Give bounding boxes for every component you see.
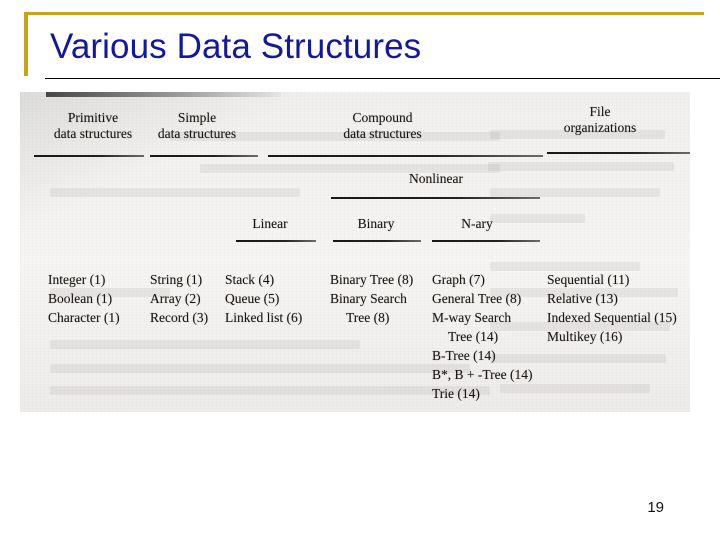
figure-rule-simple bbox=[150, 155, 258, 157]
figure-heading-simple: Simple data structures bbox=[142, 110, 252, 142]
figure-leaf-item: Record (3) bbox=[150, 310, 209, 325]
heading-line-2: organizations bbox=[563, 120, 637, 135]
figure-heading-nonlinear: Nonlinear bbox=[366, 171, 506, 187]
figure-column-primitive-items: Integer (1) Boolean (1) Character (1) bbox=[48, 270, 120, 327]
figure-rule-binary bbox=[333, 240, 421, 242]
figure-leaf-item: Binary Search bbox=[330, 291, 407, 306]
page-title: Various Data Structures bbox=[50, 27, 422, 66]
heading-line-1: Simple bbox=[177, 110, 217, 125]
figure-rule-nonlinear bbox=[331, 197, 540, 199]
heading-line-2: data structures bbox=[53, 126, 133, 141]
figure-leaf-item: Stack (4) bbox=[225, 272, 275, 287]
figure-column-file-organization-items: Sequential (11) Relative (13) Indexed Se… bbox=[547, 270, 677, 346]
figure-leaf-item: Array (2) bbox=[150, 291, 201, 306]
figure-heading-linear: Linear bbox=[225, 216, 315, 232]
ghost-text-line bbox=[488, 162, 674, 171]
figure-leaf-item: Integer (1) bbox=[48, 272, 106, 287]
ghost-text-line bbox=[50, 386, 490, 395]
figure-leaf-item: Relative (13) bbox=[547, 291, 618, 306]
figure-column-binary-items: Binary Tree (8) Binary Search Tree (8) bbox=[330, 270, 413, 327]
figure-leaf-item: M-way Search bbox=[432, 310, 512, 325]
heading-line-1: Primitive bbox=[67, 110, 119, 125]
figure-leaf-item: Multikey (16) bbox=[547, 329, 623, 344]
page-number: 19 bbox=[647, 499, 664, 516]
figure-leaf-item: Queue (5) bbox=[225, 291, 280, 306]
ghost-text-line bbox=[490, 188, 660, 197]
heading-label: Nonlinear bbox=[409, 171, 463, 186]
scanned-figure-image: Primitive data structures Simple data st… bbox=[20, 92, 690, 412]
title-accent-left-bar bbox=[24, 12, 28, 76]
figure-leaf-item: Binary Tree (8) bbox=[330, 272, 414, 287]
figure-heading-binary: Binary bbox=[331, 216, 421, 232]
heading-label: N-ary bbox=[461, 216, 493, 231]
slide-title-block: Various Data Structures bbox=[24, 12, 712, 78]
figure-heading-file-organizations: File organizations bbox=[525, 104, 675, 136]
figure-leaf-item: Sequential (11) bbox=[547, 272, 630, 287]
figure-heading-nary: N-ary bbox=[432, 216, 522, 232]
figure-leaf-item: Indexed Sequential (15) bbox=[547, 310, 677, 325]
figure-leaf-item: String (1) bbox=[150, 272, 203, 287]
figure-leaf-item: Graph (7) bbox=[432, 272, 485, 287]
title-divider-rule bbox=[45, 78, 720, 79]
heading-line-2: data structures bbox=[157, 126, 237, 141]
figure-heading-primitive: Primitive data structures bbox=[38, 110, 148, 142]
figure-leaf-item: Tree (14) bbox=[448, 329, 499, 344]
figure-leaf-item: Linked list (6) bbox=[225, 310, 303, 325]
figure-leaf-item: Character (1) bbox=[48, 310, 120, 325]
figure-rule-primitive bbox=[34, 155, 144, 157]
figure-leaf-item: Trie (14) bbox=[432, 386, 480, 401]
figure-leaf-item: Boolean (1) bbox=[48, 291, 113, 306]
figure-leaf-item: Tree (8) bbox=[346, 310, 390, 325]
figure-leaf-item: B-Tree (14) bbox=[432, 348, 496, 363]
ghost-text-line bbox=[50, 188, 300, 197]
scan-smudge-artifact bbox=[46, 92, 281, 97]
figure-column-nary-items: Graph (7) General Tree (8) M-way Search … bbox=[432, 270, 533, 403]
figure-leaf-item: B*, B + -Tree (14) bbox=[432, 367, 533, 382]
figure-heading-compound: Compound data structures bbox=[295, 110, 470, 142]
ghost-text-line bbox=[50, 340, 360, 349]
heading-line-2: data structures bbox=[343, 126, 422, 141]
figure-rule-linear bbox=[236, 240, 316, 242]
heading-line-1: File bbox=[589, 104, 611, 119]
figure-rule-compound bbox=[268, 155, 543, 157]
figure-rule-nary bbox=[432, 240, 540, 242]
figure-column-simple-items: String (1) Array (2) Record (3) bbox=[150, 270, 208, 327]
figure-leaf-item: General Tree (8) bbox=[432, 291, 522, 306]
heading-line-1: Compound bbox=[352, 110, 413, 125]
figure-column-linear-items: Stack (4) Queue (5) Linked list (6) bbox=[225, 270, 302, 327]
figure-rule-file-organizations bbox=[547, 152, 690, 154]
title-accent-top-bar bbox=[24, 12, 704, 15]
ghost-text-line bbox=[50, 364, 470, 373]
heading-label: Binary bbox=[357, 216, 395, 231]
heading-label: Linear bbox=[252, 216, 288, 231]
